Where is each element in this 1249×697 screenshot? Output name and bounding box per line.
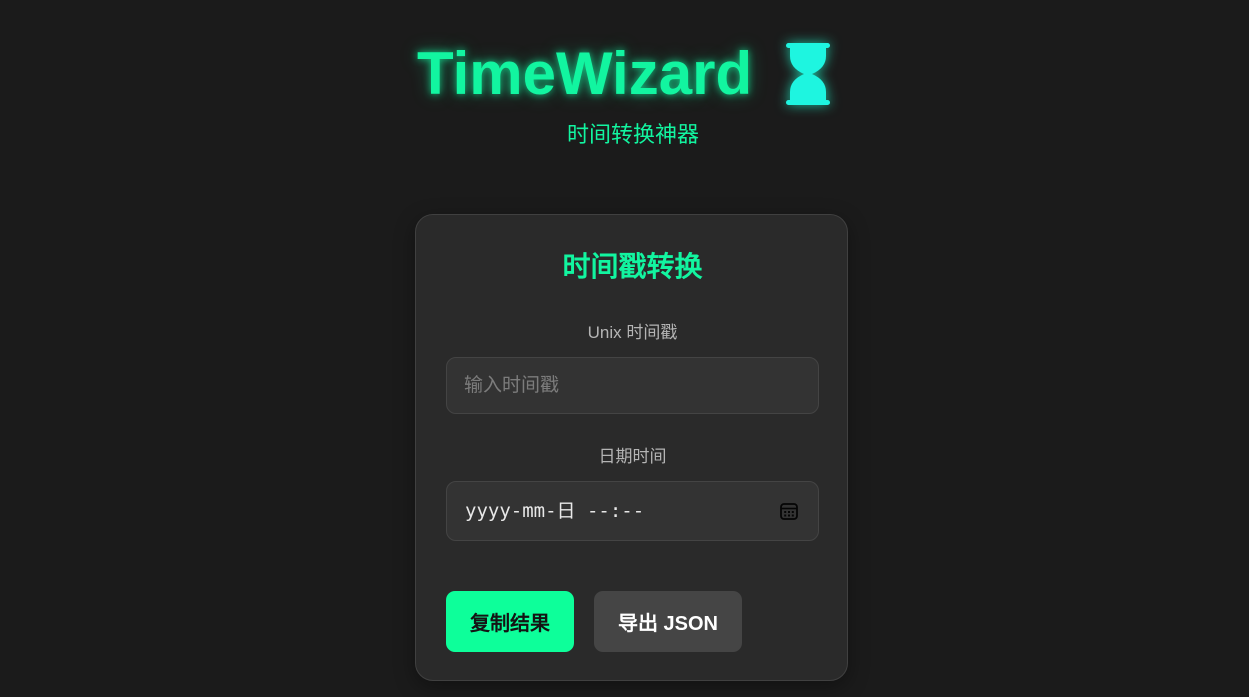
timestamp-converter-card: 时间戳转换 Unix 时间戳 日期时间 yyyy-mm-日 --:-- 复制结果… <box>415 214 848 681</box>
copy-result-button[interactable]: 复制结果 <box>446 591 574 652</box>
calendar-icon[interactable] <box>779 501 799 521</box>
app-title: TimeWizard <box>417 40 753 107</box>
card-title: 时间戳转换 <box>562 251 703 282</box>
datetime-input[interactable]: yyyy-mm-日 --:-- <box>446 481 819 541</box>
unix-timestamp-label: Unix 时间戳 <box>587 323 678 342</box>
hourglass-icon <box>786 43 830 105</box>
export-json-button[interactable]: 导出 JSON <box>594 591 742 652</box>
datetime-placeholder: yyyy-mm-日 --:-- <box>465 500 645 522</box>
datetime-label: 日期时间 <box>598 447 667 466</box>
unix-timestamp-input[interactable] <box>446 357 819 414</box>
app-subtitle: 时间转换神器 <box>566 122 699 147</box>
page: TimeWizard 时间转换神器 时间戳转换 Unix 时间戳 日期时间 yy… <box>0 0 1249 697</box>
